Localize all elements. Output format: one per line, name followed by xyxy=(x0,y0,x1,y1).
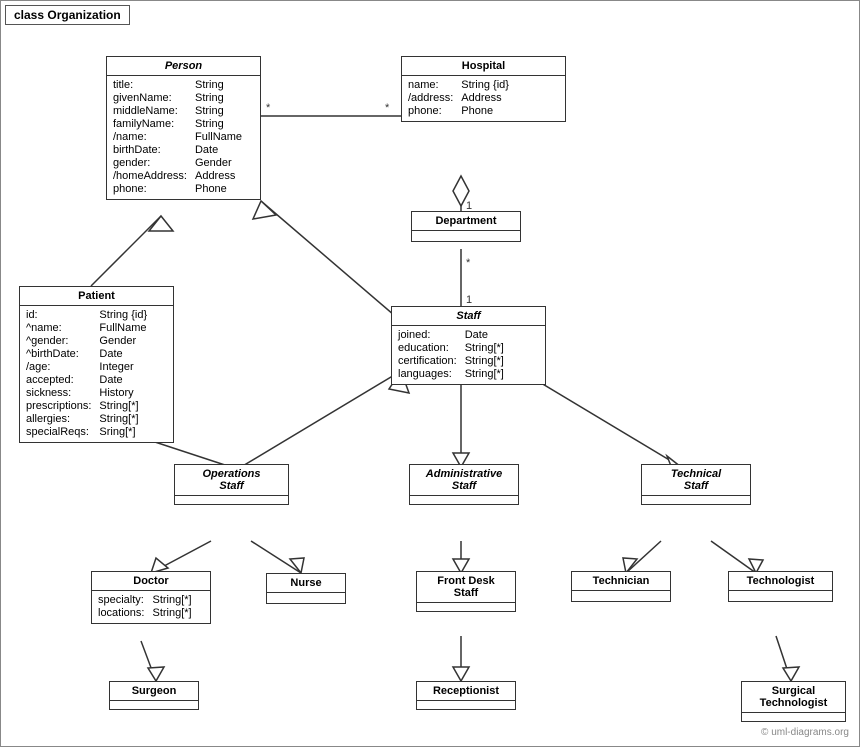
doctor-header: Doctor xyxy=(92,572,210,591)
staff-class: Staff joined:Date education:String[*] ce… xyxy=(391,306,546,385)
receptionist-header: Receptionist xyxy=(417,682,515,701)
nurse-class: Nurse xyxy=(266,573,346,604)
svg-text:*: * xyxy=(466,257,471,269)
front-desk-staff-body xyxy=(417,603,515,611)
technical-staff-class: TechnicalStaff xyxy=(641,464,751,505)
technical-staff-header: TechnicalStaff xyxy=(642,465,750,496)
surgical-technologist-header: SurgicalTechnologist xyxy=(742,682,845,713)
nurse-header: Nurse xyxy=(267,574,345,593)
svg-text:*: * xyxy=(385,102,390,114)
watermark: © uml-diagrams.org xyxy=(761,727,849,738)
receptionist-class: Receptionist xyxy=(416,681,516,710)
surgical-technologist-body xyxy=(742,713,845,721)
technician-header: Technician xyxy=(572,572,670,591)
operations-staff-class: OperationsStaff xyxy=(174,464,289,505)
person-class: Person title:String givenName:String mid… xyxy=(106,56,261,200)
department-body xyxy=(412,231,520,241)
department-class: Department xyxy=(411,211,521,242)
doctor-body: specialty:String[*] locations:String[*] xyxy=(92,591,210,623)
diagram-container: class Organization xyxy=(0,0,860,747)
surgeon-class: Surgeon xyxy=(109,681,199,710)
technician-class: Technician xyxy=(571,571,671,602)
hospital-class: Hospital name:String {id} /address:Addre… xyxy=(401,56,566,122)
department-header: Department xyxy=(412,212,520,231)
operations-staff-body xyxy=(175,496,288,504)
administrative-staff-class: AdministrativeStaff xyxy=(409,464,519,505)
doctor-class: Doctor specialty:String[*] locations:Str… xyxy=(91,571,211,624)
technologist-body xyxy=(729,591,832,601)
technologist-class: Technologist xyxy=(728,571,833,602)
person-body: title:String givenName:String middleName… xyxy=(107,76,260,199)
technical-staff-body xyxy=(642,496,750,504)
front-desk-staff-class: Front DeskStaff xyxy=(416,571,516,612)
patient-body: id:String {id} ^name:FullName ^gender:Ge… xyxy=(20,306,173,442)
technologist-header: Technologist xyxy=(729,572,832,591)
person-header: Person xyxy=(107,57,260,76)
nurse-body xyxy=(267,593,345,603)
administrative-staff-header: AdministrativeStaff xyxy=(410,465,518,496)
patient-class: Patient id:String {id} ^name:FullName ^g… xyxy=(19,286,174,443)
hospital-body: name:String {id} /address:Address phone:… xyxy=(402,76,565,121)
svg-text:*: * xyxy=(266,102,271,114)
svg-text:1: 1 xyxy=(466,294,472,306)
surgical-technologist-class: SurgicalTechnologist xyxy=(741,681,846,722)
surgeon-header: Surgeon xyxy=(110,682,198,701)
diagram-title: class Organization xyxy=(5,5,130,25)
staff-header: Staff xyxy=(392,307,545,326)
front-desk-staff-header: Front DeskStaff xyxy=(417,572,515,603)
hospital-header: Hospital xyxy=(402,57,565,76)
technician-body xyxy=(572,591,670,601)
staff-body: joined:Date education:String[*] certific… xyxy=(392,326,545,384)
administrative-staff-body xyxy=(410,496,518,504)
surgeon-body xyxy=(110,701,198,709)
receptionist-body xyxy=(417,701,515,709)
operations-staff-header: OperationsStaff xyxy=(175,465,288,496)
patient-header: Patient xyxy=(20,287,173,306)
